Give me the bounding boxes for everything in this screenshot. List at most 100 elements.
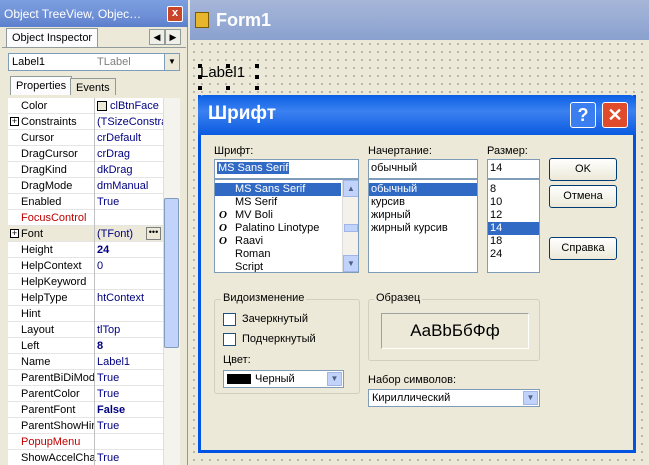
scrollbar-thumb[interactable] — [164, 198, 179, 348]
help-button[interactable]: ? — [570, 102, 596, 128]
tab-events[interactable]: Events — [70, 78, 116, 95]
font-list-item[interactable]: MS Serif — [215, 196, 341, 209]
property-value[interactable]: 0 — [97, 260, 163, 272]
property-value[interactable]: True — [97, 388, 163, 400]
property-row[interactable]: Layout tlTop — [8, 322, 163, 338]
ellipsis-button-icon[interactable]: ••• — [146, 227, 161, 240]
tab-properties[interactable]: Properties — [10, 76, 73, 95]
ok-button[interactable]: OK — [549, 158, 617, 181]
property-value[interactable]: True — [97, 372, 163, 384]
underline-checkbox[interactable] — [223, 333, 236, 346]
property-value[interactable]: 8 — [97, 340, 163, 352]
charset-select[interactable]: Кириллический ▼ — [368, 389, 540, 407]
property-row[interactable]: Name Label1 — [8, 354, 163, 370]
property-row[interactable]: Color clBtnFace — [8, 98, 163, 114]
style-input[interactable]: обычный — [368, 159, 478, 179]
chevron-down-icon[interactable]: ▼ — [327, 372, 342, 386]
property-value[interactable]: dmManual — [97, 180, 163, 192]
chevron-down-icon[interactable]: ▼ — [523, 391, 538, 405]
size-input[interactable]: 14 — [487, 159, 540, 179]
property-row[interactable]: ParentBiDiMod True — [8, 370, 163, 386]
property-row[interactable]: Left 8 — [8, 338, 163, 354]
font-list-item[interactable]: O Raavi — [215, 235, 341, 248]
color-select[interactable]: Черный ▼ — [223, 370, 344, 388]
font-list-scrollbar[interactable]: ▲ ▼ — [342, 180, 358, 272]
dialog-close-button[interactable]: ✕ — [602, 102, 628, 128]
selection-handle[interactable] — [198, 64, 202, 68]
component-selector[interactable]: Label1 TLabel ▼ — [8, 53, 180, 71]
size-list-item[interactable]: 18 — [488, 235, 539, 248]
style-list-item[interactable]: жирный — [369, 209, 477, 222]
property-row[interactable]: ParentShowHir True — [8, 418, 163, 434]
scroll-down-icon[interactable]: ▼ — [343, 255, 358, 272]
property-row[interactable]: PopupMenu — [8, 434, 163, 450]
property-value[interactable]: False — [97, 404, 163, 416]
property-row[interactable]: + Constraints (TSizeConstra — [8, 114, 163, 130]
property-row[interactable]: + Font (TFont) ••• — [8, 226, 163, 242]
help-text-button[interactable]: Справка — [549, 237, 617, 260]
font-list-item[interactable]: MS Sans Serif — [215, 183, 341, 196]
property-row[interactable]: HelpContext 0 — [8, 258, 163, 274]
selection-handle[interactable] — [198, 86, 202, 90]
property-value[interactable]: True — [97, 196, 163, 208]
style-list-item[interactable]: курсив — [369, 196, 477, 209]
font-list-item[interactable]: O MV Boli — [215, 209, 341, 222]
property-value[interactable]: crDrag — [97, 148, 163, 160]
chevron-down-icon[interactable]: ▼ — [164, 54, 179, 70]
property-row[interactable]: Height 24 — [8, 242, 163, 258]
property-value[interactable]: tlTop — [97, 324, 163, 336]
tab-object-inspector[interactable]: Object Inspector — [6, 28, 99, 47]
property-value[interactable]: Label1 — [97, 356, 163, 368]
property-value[interactable]: clBtnFace — [110, 100, 163, 112]
selection-handle[interactable] — [226, 64, 230, 68]
prev-arrow-icon[interactable]: ◀ — [149, 29, 165, 45]
size-list-item[interactable]: 24 — [488, 248, 539, 261]
property-row[interactable]: Hint — [8, 306, 163, 322]
selection-handle[interactable] — [226, 86, 230, 90]
selection-handle[interactable] — [255, 64, 259, 68]
size-list[interactable]: 8 10 12 14 18 24 — [487, 179, 540, 273]
property-row[interactable]: ParentFont False — [8, 402, 163, 418]
font-list[interactable]: MS Sans Serif MS Serif O MV Boli O Palatino L… — [214, 179, 359, 273]
selection-handle[interactable] — [255, 75, 259, 79]
scrollbar-thumb[interactable] — [344, 224, 358, 232]
style-list[interactable]: обычный курсив жирный жирный курсив — [368, 179, 478, 273]
property-value[interactable]: True — [97, 420, 163, 432]
property-value[interactable]: 24 — [97, 244, 163, 256]
font-name-input[interactable]: MS Sans Serif — [214, 159, 359, 179]
next-arrow-icon[interactable]: ▶ — [165, 29, 181, 45]
cancel-button[interactable]: Отмена — [549, 185, 617, 208]
property-value[interactable]: crDefault — [97, 132, 163, 144]
expand-plus-icon[interactable]: + — [10, 117, 19, 126]
property-value[interactable]: dkDrag — [97, 164, 163, 176]
property-row[interactable]: ShowAccelCha True — [8, 450, 163, 465]
font-list-item[interactable]: O Palatino Linotype — [215, 222, 341, 235]
strikeout-checkbox[interactable] — [223, 313, 236, 326]
size-list-item[interactable]: 14 — [488, 222, 539, 235]
property-row[interactable]: HelpType htContext — [8, 290, 163, 306]
size-list-item[interactable]: 12 — [488, 209, 539, 222]
property-row[interactable]: Cursor crDefault — [8, 130, 163, 146]
property-row[interactable]: DragCursor crDrag — [8, 146, 163, 162]
font-list-item[interactable]: Roman — [215, 248, 341, 261]
property-row[interactable]: DragKind dkDrag — [8, 162, 163, 178]
property-row[interactable]: FocusControl — [8, 210, 163, 226]
inspector-close-button[interactable]: x — [167, 6, 183, 22]
property-value[interactable]: (TSizeConstra — [97, 116, 163, 128]
scroll-up-icon[interactable]: ▲ — [343, 180, 358, 197]
selection-handle[interactable] — [255, 86, 259, 90]
property-row[interactable]: DragMode dmManual — [8, 178, 163, 194]
expand-plus-icon[interactable]: + — [10, 229, 19, 238]
property-value[interactable]: htContext — [97, 292, 163, 304]
size-list-item[interactable]: 10 — [488, 196, 539, 209]
style-list-item[interactable]: жирный курсив — [369, 222, 477, 235]
property-row[interactable]: HelpKeyword — [8, 274, 163, 290]
property-row[interactable]: ParentColor True — [8, 386, 163, 402]
size-list-item[interactable]: 8 — [488, 183, 539, 196]
property-value[interactable]: True — [97, 452, 163, 464]
property-row[interactable]: Enabled True — [8, 194, 163, 210]
label1-component[interactable]: Label1 — [200, 64, 245, 81]
font-list-item[interactable]: Script — [215, 261, 341, 272]
style-list-item[interactable]: обычный — [369, 183, 477, 196]
selection-handle[interactable] — [198, 75, 202, 79]
